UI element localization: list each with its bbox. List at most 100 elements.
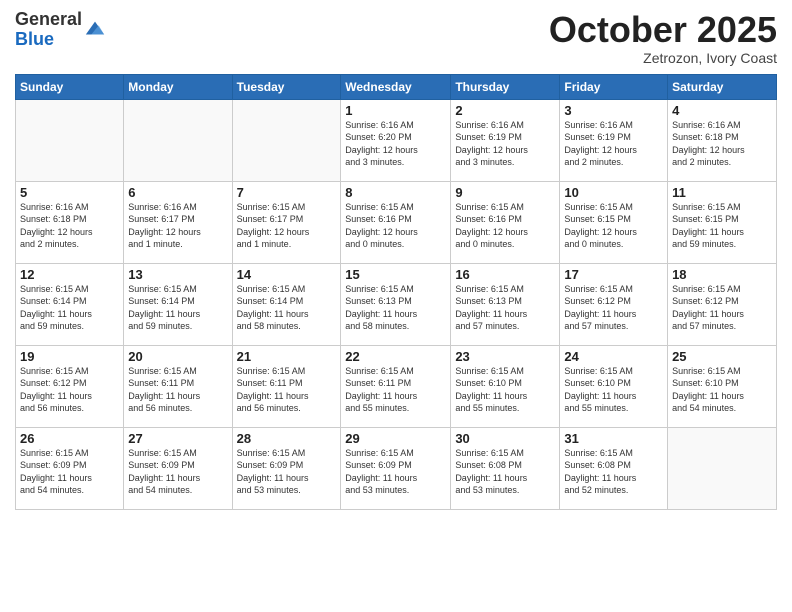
week-row-1: 1Sunrise: 6:16 AM Sunset: 6:20 PM Daylig…: [16, 99, 777, 181]
calendar-table: SundayMondayTuesdayWednesdayThursdayFrid…: [15, 74, 777, 510]
calendar-cell: 12Sunrise: 6:15 AM Sunset: 6:14 PM Dayli…: [16, 263, 124, 345]
day-info: Sunrise: 6:15 AM Sunset: 6:11 PM Dayligh…: [345, 365, 446, 415]
day-number: 7: [237, 185, 337, 200]
day-number: 20: [128, 349, 227, 364]
day-number: 21: [237, 349, 337, 364]
day-number: 14: [237, 267, 337, 282]
day-info: Sunrise: 6:15 AM Sunset: 6:16 PM Dayligh…: [345, 201, 446, 251]
month-title: October 2025: [549, 10, 777, 50]
day-info: Sunrise: 6:15 AM Sunset: 6:09 PM Dayligh…: [237, 447, 337, 497]
day-info: Sunrise: 6:15 AM Sunset: 6:11 PM Dayligh…: [128, 365, 227, 415]
calendar-cell: 31Sunrise: 6:15 AM Sunset: 6:08 PM Dayli…: [560, 427, 668, 509]
day-number: 26: [20, 431, 119, 446]
day-number: 29: [345, 431, 446, 446]
day-number: 31: [564, 431, 663, 446]
day-number: 11: [672, 185, 772, 200]
week-row-2: 5Sunrise: 6:16 AM Sunset: 6:18 PM Daylig…: [16, 181, 777, 263]
day-number: 6: [128, 185, 227, 200]
day-info: Sunrise: 6:15 AM Sunset: 6:13 PM Dayligh…: [345, 283, 446, 333]
day-info: Sunrise: 6:16 AM Sunset: 6:19 PM Dayligh…: [564, 119, 663, 169]
calendar-cell: 4Sunrise: 6:16 AM Sunset: 6:18 PM Daylig…: [668, 99, 777, 181]
calendar-cell: 30Sunrise: 6:15 AM Sunset: 6:08 PM Dayli…: [451, 427, 560, 509]
calendar-cell: 19Sunrise: 6:15 AM Sunset: 6:12 PM Dayli…: [16, 345, 124, 427]
day-info: Sunrise: 6:15 AM Sunset: 6:13 PM Dayligh…: [455, 283, 555, 333]
day-number: 22: [345, 349, 446, 364]
day-number: 8: [345, 185, 446, 200]
week-row-5: 26 Sunrise: 6:15 AM Sunset: 6:09 PM Dayli…: [16, 427, 777, 509]
header: General Blue October 2025 Zetrozon, Ivor…: [15, 10, 777, 66]
day-info: Sunrise: 6:16 AM Sunset: 6:17 PM Dayligh…: [128, 201, 227, 251]
calendar-cell: 27Sunrise: 6:15 AM Sunset: 6:09 PM Dayli…: [124, 427, 232, 509]
calendar-cell: 28Sunrise: 6:15 AM Sunset: 6:09 PM Dayli…: [232, 427, 341, 509]
calendar-cell: 10Sunrise: 6:15 AM Sunset: 6:15 PM Dayli…: [560, 181, 668, 263]
calendar-cell: 18Sunrise: 6:15 AM Sunset: 6:12 PM Dayli…: [668, 263, 777, 345]
day-number: 19: [20, 349, 119, 364]
day-number: 25: [672, 349, 772, 364]
day-info: Sunrise: 6:15 AM Sunset: 6:10 PM Dayligh…: [672, 365, 772, 415]
day-number: 18: [672, 267, 772, 282]
calendar-cell: [668, 427, 777, 509]
day-info: Sunrise: 6:15 AM Sunset: 6:12 PM Dayligh…: [564, 283, 663, 333]
calendar-cell: 5Sunrise: 6:16 AM Sunset: 6:18 PM Daylig…: [16, 181, 124, 263]
week-row-3: 12Sunrise: 6:15 AM Sunset: 6:14 PM Dayli…: [16, 263, 777, 345]
calendar-cell: 7Sunrise: 6:15 AM Sunset: 6:17 PM Daylig…: [232, 181, 341, 263]
day-info: Sunrise: 6:15 AM Sunset: 6:09 PM Dayligh…: [345, 447, 446, 497]
day-info: Sunrise: 6:16 AM Sunset: 6:18 PM Dayligh…: [672, 119, 772, 169]
day-info: Sunrise: 6:15 AM Sunset: 6:14 PM Dayligh…: [237, 283, 337, 333]
weekday-header-tuesday: Tuesday: [232, 74, 341, 99]
day-number: 1: [345, 103, 446, 118]
day-info: Sunrise: 6:15 AM Sunset: 6:08 PM Dayligh…: [455, 447, 555, 497]
week-row-4: 19Sunrise: 6:15 AM Sunset: 6:12 PM Dayli…: [16, 345, 777, 427]
day-number: 23: [455, 349, 555, 364]
calendar-cell: [232, 99, 341, 181]
calendar-cell: 8Sunrise: 6:15 AM Sunset: 6:16 PM Daylig…: [341, 181, 451, 263]
logo-blue: Blue: [15, 30, 82, 50]
weekday-header-wednesday: Wednesday: [341, 74, 451, 99]
day-number: 13: [128, 267, 227, 282]
calendar-cell: 20Sunrise: 6:15 AM Sunset: 6:11 PM Dayli…: [124, 345, 232, 427]
day-info: Sunrise: 6:15 AM Sunset: 6:15 PM Dayligh…: [564, 201, 663, 251]
logo: General Blue: [15, 10, 106, 50]
calendar-cell: 23Sunrise: 6:15 AM Sunset: 6:10 PM Dayli…: [451, 345, 560, 427]
calendar-cell: [16, 99, 124, 181]
weekday-header-row: SundayMondayTuesdayWednesdayThursdayFrid…: [16, 74, 777, 99]
day-info: Sunrise: 6:15 AM Sunset: 6:09 PM Dayligh…: [128, 447, 227, 497]
calendar-cell: 13Sunrise: 6:15 AM Sunset: 6:14 PM Dayli…: [124, 263, 232, 345]
calendar-cell: 24Sunrise: 6:15 AM Sunset: 6:10 PM Dayli…: [560, 345, 668, 427]
calendar-cell: 2Sunrise: 6:16 AM Sunset: 6:19 PM Daylig…: [451, 99, 560, 181]
page: General Blue October 2025 Zetrozon, Ivor…: [0, 0, 792, 612]
day-number: 9: [455, 185, 555, 200]
calendar-cell: 16Sunrise: 6:15 AM Sunset: 6:13 PM Dayli…: [451, 263, 560, 345]
calendar-cell: [124, 99, 232, 181]
day-number: 28: [237, 431, 337, 446]
day-info: Sunrise: 6:15 AM Sunset: 6:14 PM Dayligh…: [128, 283, 227, 333]
day-info: Sunrise: 6:16 AM Sunset: 6:20 PM Dayligh…: [345, 119, 446, 169]
calendar-cell: 14Sunrise: 6:15 AM Sunset: 6:14 PM Dayli…: [232, 263, 341, 345]
logo-general: General: [15, 10, 82, 30]
day-info: Sunrise: 6:15 AM Sunset: 6:10 PM Dayligh…: [455, 365, 555, 415]
weekday-header-friday: Friday: [560, 74, 668, 99]
day-info: Sunrise: 6:15 AM Sunset: 6:12 PM Dayligh…: [672, 283, 772, 333]
calendar-cell: 9Sunrise: 6:15 AM Sunset: 6:16 PM Daylig…: [451, 181, 560, 263]
day-info: Sunrise: 6:15 AM Sunset: 6:12 PM Dayligh…: [20, 365, 119, 415]
day-number: 24: [564, 349, 663, 364]
weekday-header-thursday: Thursday: [451, 74, 560, 99]
calendar-cell: 26Sunrise: 6:15 AM Sunset: 6:09 PM Dayli…: [16, 427, 124, 509]
day-info: Sunrise: 6:15 AM Sunset: 6:10 PM Dayligh…: [564, 365, 663, 415]
day-info: Sunrise: 6:16 AM Sunset: 6:18 PM Dayligh…: [20, 201, 119, 251]
weekday-header-sunday: Sunday: [16, 74, 124, 99]
calendar-cell: 29Sunrise: 6:15 AM Sunset: 6:09 PM Dayli…: [341, 427, 451, 509]
calendar-cell: 17Sunrise: 6:15 AM Sunset: 6:12 PM Dayli…: [560, 263, 668, 345]
weekday-header-monday: Monday: [124, 74, 232, 99]
day-number: 15: [345, 267, 446, 282]
calendar-cell: 3Sunrise: 6:16 AM Sunset: 6:19 PM Daylig…: [560, 99, 668, 181]
day-info: Sunrise: 6:15 AM Sunset: 6:11 PM Dayligh…: [237, 365, 337, 415]
day-number: 5: [20, 185, 119, 200]
day-info: Sunrise: 6:16 AM Sunset: 6:19 PM Dayligh…: [455, 119, 555, 169]
title-section: October 2025 Zetrozon, Ivory Coast: [549, 10, 777, 66]
calendar-cell: 21Sunrise: 6:15 AM Sunset: 6:11 PM Dayli…: [232, 345, 341, 427]
day-number: 27: [128, 431, 227, 446]
day-info: Sunrise: 6:15 AM Sunset: 6:15 PM Dayligh…: [672, 201, 772, 251]
calendar-cell: 15Sunrise: 6:15 AM Sunset: 6:13 PM Dayli…: [341, 263, 451, 345]
day-info: Sunrise: 6:15 AM Sunset: 6:17 PM Dayligh…: [237, 201, 337, 251]
